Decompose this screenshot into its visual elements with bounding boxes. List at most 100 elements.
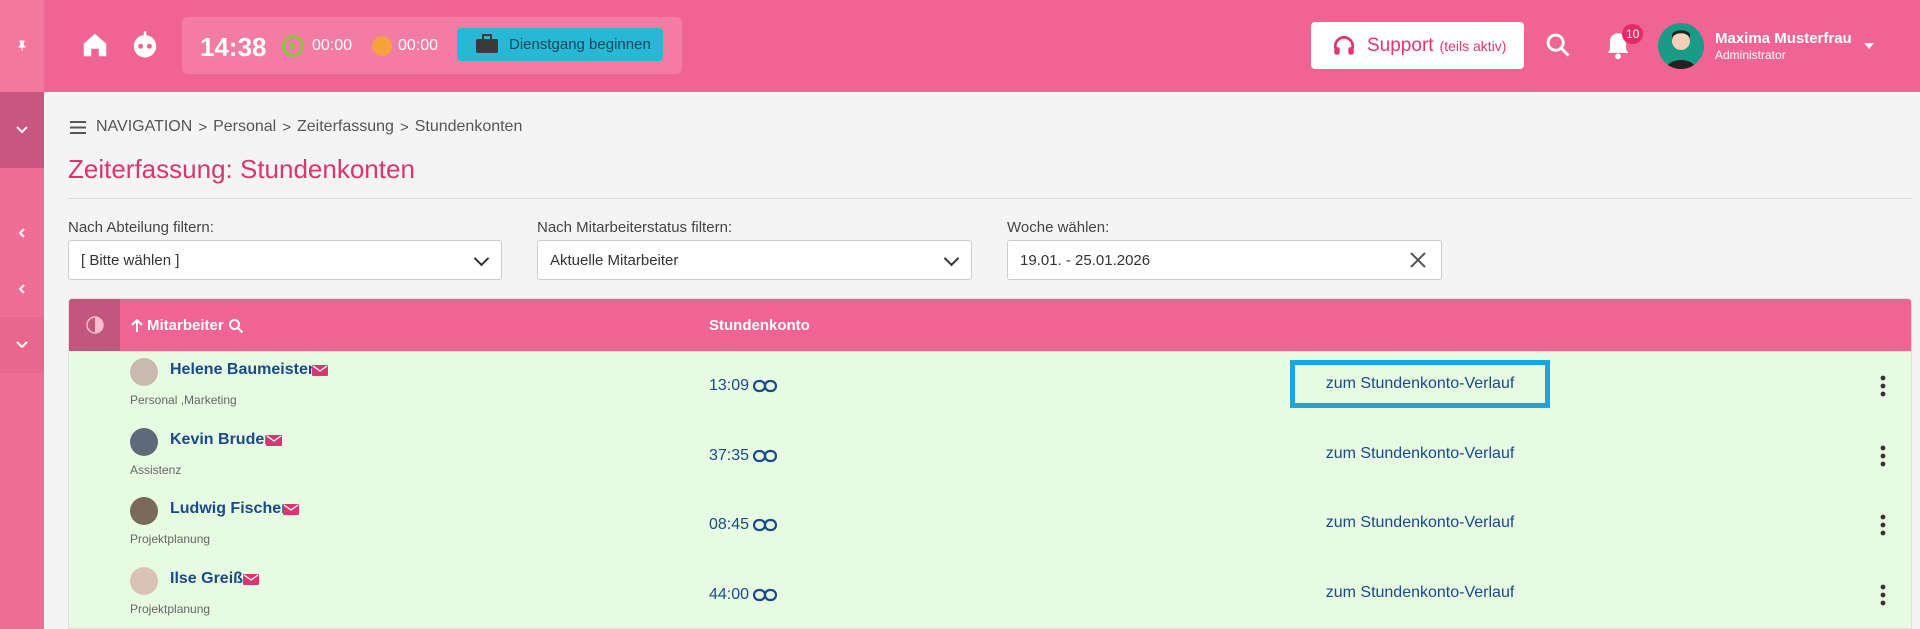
pie-chart-icon [85,316,104,334]
column-header-stundenkonto[interactable]: Stundenkonto [709,317,810,334]
verlauf-link[interactable]: zum Stundenkonto-Verlauf [1290,430,1550,478]
employee-department: Assistenz [130,463,182,477]
headset-icon [1333,35,1355,55]
pause-icon[interactable] [372,36,392,56]
title-divider [68,198,1912,199]
link-icon[interactable] [753,379,777,393]
rail-item-1[interactable] [0,205,44,261]
chevron-down-icon [943,250,960,267]
account-balance[interactable]: 37:35 [709,447,749,465]
sort-arrow-up-icon [131,318,143,332]
kebab-menu-icon[interactable] [1880,584,1886,606]
support-sub: (teils aktiv) [1439,37,1507,54]
department-filter-select[interactable]: [ Bitte wählen ] [68,240,502,280]
week-picker[interactable]: 19.01. - 25.01.2026 [1007,240,1442,280]
notification-badge: 10 [1622,24,1644,44]
account-balance[interactable]: 08:45 [709,516,749,534]
user-menu-caret-icon[interactable] [1864,43,1874,49]
chevron-down-icon [473,250,490,267]
employee-name[interactable]: Ludwig Fischer [170,500,287,518]
account-balance[interactable]: 13:09 [709,377,749,395]
mail-icon[interactable] [266,435,282,446]
user-avatar-icon [1666,30,1696,69]
top-bar: 14:38 00:00 00:00 Dienstgang beginnen Su… [44,0,1920,92]
status-filter-label: Nach Mitarbeiterstatus filtern: [537,219,733,236]
breadcrumb-item-navigation[interactable]: NAVIGATION [96,118,192,136]
week-filter-label: Woche wählen: [1007,219,1110,236]
table-header: Mitarbeiter Stundenkonto [69,299,1911,351]
kebab-menu-icon[interactable] [1880,445,1886,467]
home-icon[interactable] [80,30,110,60]
search-icon[interactable] [1544,31,1572,59]
column-header-mitarbeiter-label: Mitarbeiter [147,317,224,334]
verlauf-link-label: zum Stundenkonto-Verlauf [1325,375,1515,392]
avatar [130,358,158,386]
verlauf-link[interactable]: zum Stundenkonto-Verlauf [1290,499,1550,547]
left-rail [0,0,44,629]
department-filter-value: [ Bitte wählen ] [81,252,180,269]
verlauf-link-label: zum Stundenkonto-Verlauf [1325,514,1515,531]
verlauf-link-label: zum Stundenkonto-Verlauf [1325,584,1515,601]
kebab-menu-icon[interactable] [1880,514,1886,536]
briefcase-icon [476,34,498,53]
time-tracking-box: 14:38 00:00 00:00 Dienstgang beginnen [182,17,682,74]
close-icon[interactable] [1409,251,1427,269]
support-label: Support [1367,34,1434,56]
search-icon[interactable] [228,318,244,334]
breadcrumb-separator: > [399,118,409,136]
employee-table: Mitarbeiter Stundenkonto Helene Baumeist… [68,298,1912,629]
employee-department: Personal ,Marketing [130,393,237,407]
chevron-down-icon [16,341,28,349]
verlauf-link[interactable]: zum Stundenkonto-Verlauf [1290,360,1550,408]
column-header-mitarbeiter[interactable]: Mitarbeiter [131,317,244,334]
avatar [130,567,158,595]
pin-button[interactable] [0,0,44,92]
avatar [130,428,158,456]
breadcrumb-item-zeiterfassung[interactable]: Zeiterfassung [297,118,394,136]
link-icon[interactable] [753,518,777,532]
bot-icon[interactable] [130,30,160,60]
mail-icon[interactable] [243,574,259,585]
mail-icon[interactable] [312,365,328,376]
hamburger-icon[interactable] [70,120,86,134]
support-button[interactable]: Support (teils aktiv) [1311,22,1524,69]
employee-department: Projektplanung [130,602,211,616]
user-name[interactable]: Maxima Musterfrau [1715,30,1852,47]
breadcrumb-separator: > [282,118,291,136]
chevron-down-icon [16,126,28,134]
clock: 14:38 [200,32,267,62]
rail-toggle-button[interactable] [0,92,44,168]
breadcrumb-item-stundenkonten: Stundenkonten [414,118,523,135]
verlauf-link[interactable]: zum Stundenkonto-Verlauf [1290,569,1550,617]
chevron-left-icon [18,284,25,294]
table-row: Kevin Bruder Assistenz 37:35 zum Stunden… [69,421,1911,491]
pin-icon [17,40,27,51]
avatar[interactable] [1658,23,1704,69]
play-icon[interactable] [282,35,304,57]
column-header-stundenkonto-label: Stundenkonto [709,317,810,334]
rail-item-2[interactable] [0,261,44,317]
week-picker-value: 19.01. - 25.01.2026 [1020,252,1151,269]
mail-icon[interactable] [283,504,299,515]
table-row: Ludwig Fischer Projektplanung 08:45 zum … [69,491,1911,561]
rail-item-3[interactable] [0,317,44,373]
breadcrumb-item-personal[interactable]: Personal [213,118,276,136]
status-filter-select[interactable]: Aktuelle Mitarbeiter [537,240,972,280]
table-row: Helene Baumeister Personal ,Marketing 13… [69,351,1911,421]
dienstgang-button[interactable]: Dienstgang beginnen [457,28,663,61]
work-timer: 00:00 [312,37,353,54]
kebab-menu-icon[interactable] [1880,375,1886,397]
employee-name[interactable]: Helene Baumeister [170,361,314,379]
chevron-left-icon [18,228,25,238]
department-filter-label: Nach Abteilung filtern: [68,219,214,236]
account-balance[interactable]: 44:00 [709,586,749,604]
column-settings-cell[interactable] [69,299,120,351]
page-title: Zeiterfassung: Stundenkonten [68,154,415,184]
employee-name[interactable]: Kevin Bruder [170,431,270,449]
verlauf-link-label: zum Stundenkonto-Verlauf [1325,445,1515,462]
pause-timer: 00:00 [398,37,439,54]
breadcrumb: NAVIGATION > Personal > Zeiterfassung > … [70,118,522,136]
employee-name[interactable]: Ilse Greiß [170,570,243,588]
link-icon[interactable] [753,449,777,463]
link-icon[interactable] [753,588,777,602]
